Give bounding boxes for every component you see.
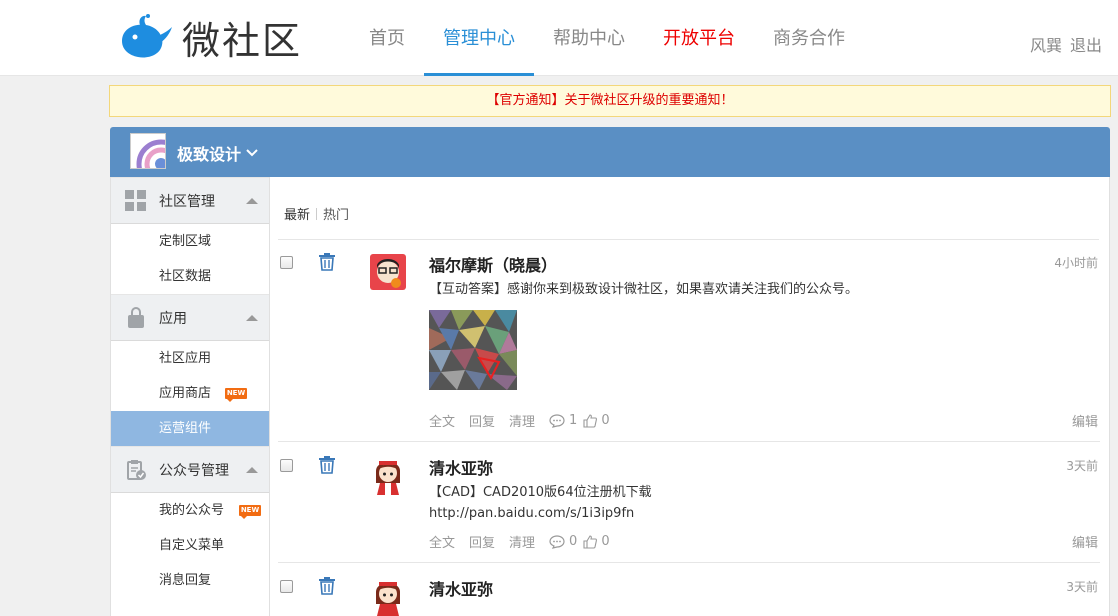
nav-business[interactable]: 商务合作 [754,0,864,76]
community-name: 极致设计 [177,145,242,164]
top-header: 微社区 首页 管理中心 帮助中心 开放平台 商务合作 风巽 退出 [0,0,1118,76]
new-badge: NEW [225,388,247,402]
post-item: 福尔摩斯（晓晨） 4小时前 【互动答案】感谢你来到极致设计微社区，如果喜欢请关注… [278,240,1100,442]
post-time: 3天前 [1066,580,1098,594]
sidebar-item-message-reply[interactable]: 消息回复 [111,563,269,598]
community-bar: 极致设计 [110,127,1110,177]
sidebar-item-label: 应用商店 [159,386,212,401]
like-count: 0 [601,413,610,428]
main-content: 最新 热门 福尔摩斯（晓晨） 4小时前 【互动答案】感谢你来到极致设计微社区，如… [270,177,1110,616]
sidebar-item-community-apps[interactable]: 社区应用 [111,341,269,376]
full-text-link[interactable]: 全文 [429,532,455,551]
edit-link[interactable]: 编辑 [1072,532,1098,551]
official-notice[interactable]: 【官方通知】关于微社区升级的重要通知！ [109,85,1111,117]
bag-icon [128,306,144,328]
full-text-link[interactable]: 全文 [429,411,455,430]
post-time: 3天前 [1066,459,1098,473]
sidebar-section-label: 公众号管理 [159,462,229,479]
reply-link[interactable]: 回复 [469,411,495,430]
sidebar-section-official-accounts[interactable]: 公众号管理 [111,446,269,493]
edit-link[interactable]: 编辑 [1072,411,1098,430]
post-image-thumbnail[interactable] [429,310,517,390]
user-avatar[interactable] [370,455,406,495]
collapse-caret-icon[interactable] [246,467,258,473]
sidebar-item-operations-widgets[interactable]: 运营组件 [111,411,269,446]
sidebar-item-community-data[interactable]: 社区数据 [111,259,269,294]
post-text: 【CAD】CAD2010版64位注册机下载 [429,485,652,500]
post-item: 清水亚弥 3天前 【CAD】CAD2010版64位注册机下载 http://pa… [278,443,1100,563]
collapse-caret-icon[interactable] [246,315,258,321]
post-author[interactable]: 福尔摩斯（晓晨） [429,252,557,276]
trash-icon[interactable] [318,577,336,595]
post-text: 【互动答案】感谢你来到极致设计微社区，如果喜欢请关注我们的公众号。 [429,282,859,297]
post-actions: 全文 回复 清理 0 0 [429,532,616,551]
tab-divider [316,207,318,220]
grid-icon [125,189,146,211]
feed-tabs: 最新 热门 [284,204,349,223]
user-area: 风巽 退出 [1030,32,1102,56]
sidebar-section-label: 应用 [159,310,187,327]
post-select-checkbox[interactable] [280,459,293,472]
nav-help-center[interactable]: 帮助中心 [534,0,644,76]
post-actions: 全文 回复 清理 1 0 [429,411,616,430]
nav-home[interactable]: 首页 [350,0,424,76]
community-switcher[interactable]: 极致设计 [177,141,259,165]
sidebar-item-label: 我的公众号 [159,503,225,518]
post-item: 清水亚弥 3天前 [278,564,1100,616]
tab-hot[interactable]: 热门 [323,204,349,223]
community-logo-icon [131,134,165,168]
trash-icon[interactable] [318,456,336,474]
post-select-checkbox[interactable] [280,580,293,593]
post-link-text[interactable]: http://pan.baidu.com/s/1i3ip9fn [429,503,634,524]
post-author[interactable]: 清水亚弥 [429,455,493,479]
sidebar-section-community-admin[interactable]: 社区管理 [111,177,269,224]
sidebar: 社区管理 定制区域 社区数据 应用 社区应用 应用商店 NEW 运营组件 公众号… [110,177,270,616]
comment-count: 1 [569,413,578,428]
main-nav: 首页 管理中心 帮助中心 开放平台 商务合作 [350,0,864,76]
logout-link[interactable]: 退出 [1070,32,1102,56]
clean-link[interactable]: 清理 [509,411,535,430]
nav-admin-center[interactable]: 管理中心 [424,0,534,76]
comment-count: 0 [569,534,578,549]
sidebar-section-apps[interactable]: 应用 [111,294,269,341]
whale-logo-icon [122,13,172,57]
thumbs-up-icon[interactable] [583,413,598,428]
post-select-checkbox[interactable] [280,256,293,269]
post-author[interactable]: 清水亚弥 [429,576,493,600]
new-badge: NEW [239,505,261,519]
sidebar-item-custom-area[interactable]: 定制区域 [111,224,269,259]
username-link[interactable]: 风巽 [1030,32,1062,56]
user-avatar[interactable] [370,576,406,616]
brand-name: 微社区 [182,19,303,63]
reply-link[interactable]: 回复 [469,532,495,551]
like-count: 0 [601,534,610,549]
thumbs-up-icon[interactable] [583,534,598,549]
clean-link[interactable]: 清理 [509,532,535,551]
sidebar-item-my-official-account[interactable]: 我的公众号 NEW [111,493,269,528]
community-logo [130,133,166,169]
user-avatar[interactable] [370,254,406,290]
nav-open-platform[interactable]: 开放平台 [644,0,754,76]
sidebar-item-custom-menu[interactable]: 自定义菜单 [111,528,269,563]
collapse-caret-icon[interactable] [246,198,258,204]
brand-logo[interactable]: 微社区 [118,10,302,65]
tab-latest[interactable]: 最新 [284,204,310,223]
notice-text[interactable]: 【官方通知】关于微社区升级的重要通知！ [486,93,733,108]
chevron-down-icon [246,149,258,157]
sidebar-section-label: 社区管理 [159,193,215,210]
comment-icon[interactable] [549,413,565,428]
sidebar-item-app-store[interactable]: 应用商店 NEW [111,376,269,411]
comment-icon[interactable] [549,534,565,549]
post-time: 4小时前 [1054,256,1098,270]
trash-icon[interactable] [318,253,336,271]
clipboard-icon [127,459,146,480]
